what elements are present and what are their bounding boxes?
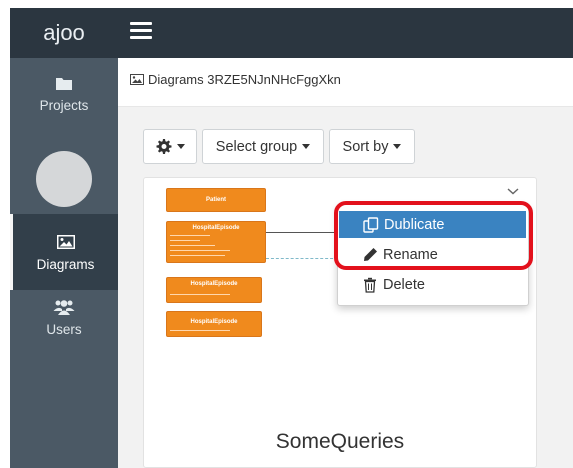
user-avatar-slot[interactable] [10, 144, 118, 214]
gear-icon [156, 138, 172, 155]
users-icon [53, 298, 75, 316]
sort-by-dropdown[interactable]: Sort by [329, 129, 415, 164]
sidebar-item-label: Users [46, 322, 82, 337]
caret-down-icon [302, 144, 311, 149]
diagram-entity: HospitalEpisode [166, 277, 262, 303]
diagram-connector [266, 232, 338, 233]
breadcrumb-text: Diagrams 3RZE5NJnNHcFggXkn [148, 72, 341, 87]
image-icon [130, 74, 144, 85]
image-icon [55, 233, 77, 251]
diagram-connector [266, 258, 338, 259]
sort-by-label: Sort by [342, 138, 389, 155]
sidebar-item-projects[interactable]: Projects [10, 74, 118, 134]
menu-item-delete[interactable]: Delete [338, 271, 528, 298]
top-navbar: ajoo [10, 8, 573, 58]
sidebar-item-diagrams[interactable]: Diagrams [10, 214, 118, 290]
diagram-entity: Patient [166, 188, 266, 212]
annotation-highlight [334, 201, 533, 270]
chevron-down-icon[interactable] [506, 183, 520, 195]
settings-dropdown-button[interactable] [143, 129, 197, 164]
avatar[interactable] [36, 151, 92, 207]
caret-down-icon [176, 144, 185, 149]
diagram-card-title: SomeQueries [275, 430, 405, 453]
folder-icon [53, 74, 75, 92]
entity-label: HospitalEpisode [190, 281, 238, 287]
diagram-entity: HospitalEpisode [166, 221, 266, 263]
sidebar-item-users[interactable]: Users [10, 298, 118, 358]
sidebar-item-label: Projects [39, 98, 89, 113]
brand-logo[interactable]: ajoo [10, 8, 118, 58]
sidebar: Projects Diagrams Users [10, 58, 118, 468]
entity-label: HospitalEpisode [192, 225, 240, 231]
menu-item-label: Delete [383, 276, 425, 293]
select-group-dropdown[interactable]: Select group [202, 129, 324, 164]
sidebar-item-label: Diagrams [36, 256, 95, 272]
trash-icon [362, 277, 378, 293]
hamburger-menu-icon[interactable] [130, 22, 152, 40]
diagram-entity: HospitalEpisode [166, 311, 262, 337]
breadcrumb: Diagrams 3RZE5NJnNHcFggXkn [130, 72, 341, 87]
entity-label: HospitalEpisode [190, 319, 238, 325]
caret-down-icon [393, 144, 402, 149]
entity-label: Patient [205, 197, 226, 203]
select-group-label: Select group [215, 138, 298, 155]
